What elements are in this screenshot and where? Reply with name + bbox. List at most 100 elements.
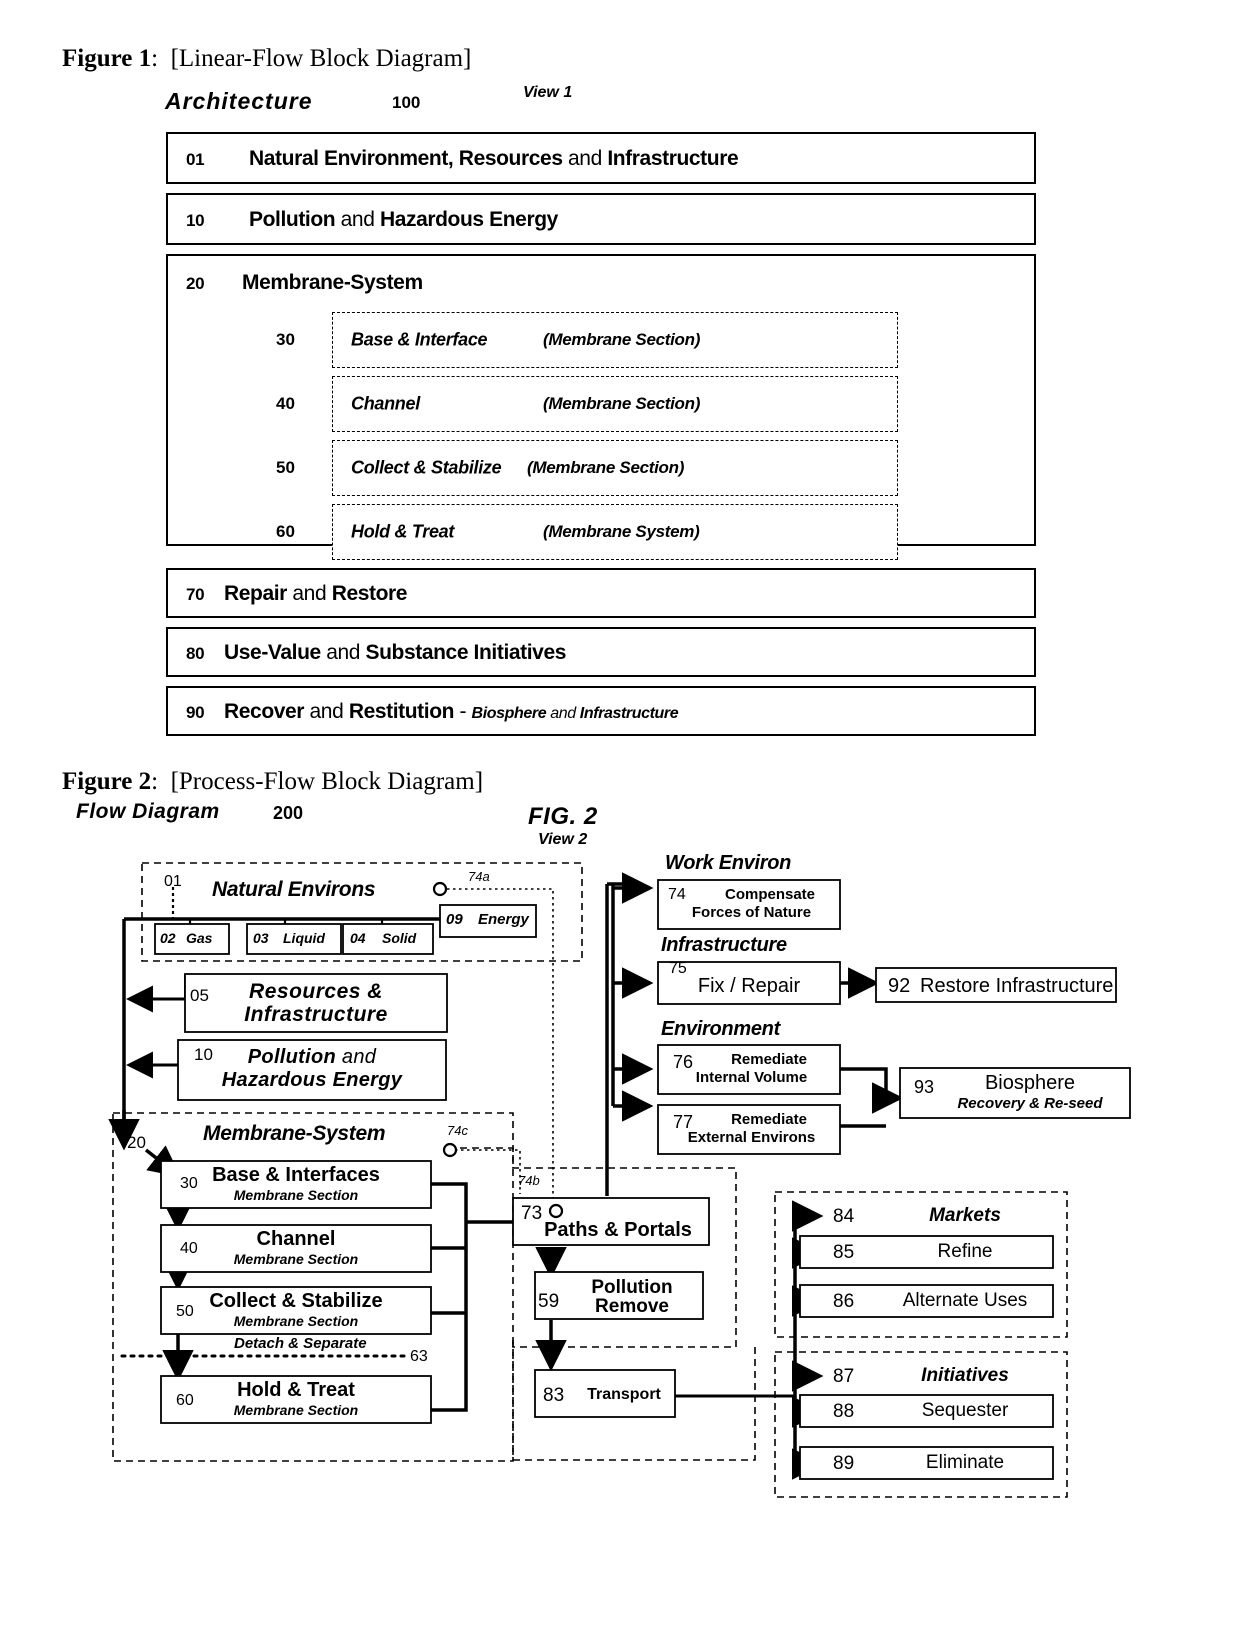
figure2-box-10-line1: Pollution and (247, 1046, 377, 1068)
figure1-diagram: 01 Natural Environment, Resources and In… (166, 132, 1036, 745)
figure2-box-85-number: 85 (833, 1242, 855, 1263)
figure2-box-50-title: Collect & Stabilize (209, 1290, 383, 1312)
figure2-box-93-number: 93 (914, 1077, 935, 1097)
figure2-box-30-number: 30 (180, 1175, 198, 1192)
figure1-sub-30-number: 30 (276, 330, 295, 349)
figure1-row-20: 20 Membrane-System 30 Base & Interface (… (166, 254, 1036, 560)
figure1-row-10-number: 10 (186, 211, 205, 230)
figure1-row-80-text: Use-Value and Substance Initiatives (224, 641, 567, 664)
figure2-box-76-number: 76 (673, 1052, 694, 1072)
figure2-box-04-number: 04 (350, 930, 366, 946)
figure1-ref-number: 100 (392, 93, 421, 112)
figure2-box-40-number: 40 (180, 1240, 198, 1257)
figure2-title: Flow Diagram (76, 800, 220, 823)
figure2-box-04-label: Solid (382, 930, 417, 946)
figure2-box-75-title: Fix / Repair (697, 975, 801, 997)
figure1-row-70-number: 70 (186, 585, 205, 604)
figure1-caption-label: Figure 1 (62, 45, 152, 72)
figure2-box-84-title: Markets (929, 1205, 1001, 1226)
figure1-row-10-text: Pollution and Hazardous Energy (249, 208, 558, 231)
figure2-box-86-title: Alternate Uses (902, 1290, 1028, 1311)
figure1-sub-60-number: 60 (276, 522, 295, 541)
figure1-sub-30-paren: (Membrane Section) (543, 330, 701, 349)
figure1-sub-50-title: Collect & Stabilize (351, 457, 502, 478)
figure1-sub-50-paren: (Membrane Section) (527, 458, 685, 477)
figure2-ref-01: 01 (164, 873, 182, 890)
figure2-fig-tag: FIG. 2 (528, 803, 598, 830)
figure2-box-87-title: Initiatives (921, 1365, 1009, 1386)
figure2-box-03-label: Liquid (283, 930, 325, 946)
figure2-box-09-number: 09 (446, 911, 463, 928)
figure2-header-environment: Environment (661, 1018, 780, 1040)
figure2-box-59-line1: Pollution (591, 1277, 673, 1298)
figure2-box-85-title: Refine (937, 1241, 993, 1262)
figure2-box-40-title: Channel (256, 1228, 336, 1250)
figure2-box-75-number: 75 (669, 960, 687, 977)
figure1-row-10: 10 Pollution and Hazardous Energy (166, 193, 1036, 245)
figure2-box-77-number: 77 (673, 1112, 694, 1132)
figure2-box-88-number: 88 (833, 1401, 855, 1422)
figure2-detach-separate-label: Detach & Separate (234, 1335, 367, 1352)
figure1-row-90-number: 90 (186, 703, 205, 722)
figure2-box-59-number: 59 (538, 1291, 560, 1312)
figure2-box-74-line2: Forces of Nature (691, 904, 812, 921)
figure2-box-02-label: Gas (186, 930, 213, 946)
figure1-caption-text: [Linear-Flow Block Diagram] (170, 45, 472, 72)
figure2-header-work-environ: Work Environ (665, 852, 792, 874)
figure2-caption: Figure 2: [Process-Flow Block Diagram] (62, 768, 483, 796)
figure2-box-92-title: Restore Infrastructure (920, 975, 1114, 997)
figure1-row-01-number: 01 (186, 150, 205, 169)
figure2-ref-74b: 74b (518, 1173, 540, 1188)
figure2-view-label: View 2 (538, 831, 588, 848)
figure2-ref-20: 20 (127, 1133, 146, 1152)
figure1-row-70: 70 Repair and Restore (166, 568, 1036, 618)
figure1-row-90: 90 Recover and Restitution - Biosphere a… (166, 686, 1036, 736)
figure2-box-05-number: 05 (190, 986, 209, 1005)
figure2-box-73-title: Paths & Portals (544, 1219, 692, 1241)
figure2-box-76-line2: Internal Volume (695, 1069, 808, 1086)
figure1-sub-60-paren: (Membrane System) (543, 522, 700, 541)
figure1-sub-40-paren: (Membrane Section) (543, 394, 701, 413)
figure1-row-80-number: 80 (186, 644, 205, 663)
figure1-row-20-number: 20 (186, 274, 205, 293)
figure2-box-50-number: 50 (176, 1303, 194, 1320)
figure2-header-infrastructure: Infrastructure (661, 934, 787, 956)
figure2-box-10-line2: Hazardous Energy (221, 1069, 403, 1091)
figure1-caption: Figure 1: [Linear-Flow Block Diagram] (62, 45, 471, 73)
figure1-sub-50-number: 50 (276, 458, 295, 477)
figure2-box-30-title: Base & Interfaces (212, 1164, 380, 1186)
figure2-box-89-title: Eliminate (925, 1452, 1005, 1473)
figure1-row-01-text: Natural Environment, Resources and Infra… (249, 147, 739, 170)
figure1-sub-30: 30 Base & Interface (Membrane Section) (276, 312, 898, 368)
figure1-sub-50: 50 Collect & Stabilize (Membrane Section… (276, 440, 898, 496)
figure2-caption-colon: : (151, 768, 159, 795)
figure2-box-93-sub: Recovery & Re-seed (957, 1095, 1103, 1112)
figure2-box-10-number: 10 (194, 1045, 213, 1064)
figure1-view-label: View 1 (523, 84, 573, 101)
figure2-box-73-number: 73 (521, 1203, 543, 1224)
figure1-row-01: 01 Natural Environment, Resources and In… (166, 132, 1036, 184)
figure2-box-84-number: 84 (833, 1206, 855, 1227)
figure2-box-86-number: 86 (833, 1291, 855, 1312)
figure2-box-74-line1: Compensate (724, 886, 816, 903)
figure2-box-40-sub: Membrane Section (233, 1251, 359, 1267)
figure2-box-93-title: Biosphere (984, 1072, 1076, 1094)
figure2-box-88-title: Sequester (921, 1400, 1009, 1421)
figure2-box-74-number: 74 (668, 886, 686, 903)
figure1-row-90-text: Recover and Restitution - Biosphere and … (224, 700, 679, 723)
figure1-sub-40-number: 40 (276, 394, 295, 413)
figure2-box-05-line1: Resources & (249, 980, 383, 1003)
figure1-sub-40-title: Channel (351, 393, 420, 414)
figure2-ref-63: 63 (410, 1348, 428, 1365)
figure1-row-80: 80 Use-Value and Substance Initiatives (166, 627, 1036, 677)
figure2-box-83-title: Transport (587, 1386, 661, 1403)
figure2-box-83-number: 83 (543, 1385, 565, 1406)
figure2-box-77-line2: External Environs (687, 1129, 816, 1146)
figure2-box-02-number: 02 (160, 930, 176, 946)
figure2-box-60-number: 60 (176, 1392, 194, 1409)
figure2-box-09-label: Energy (478, 911, 529, 928)
figure2-box-59-line2: Remove (595, 1296, 669, 1317)
figure2-group-natural-environs-title: Natural Environs (212, 878, 376, 901)
figure1-row-70-text: Repair and Restore (224, 582, 408, 605)
figure2-group-membrane-system-title: Membrane-System (203, 1122, 386, 1145)
